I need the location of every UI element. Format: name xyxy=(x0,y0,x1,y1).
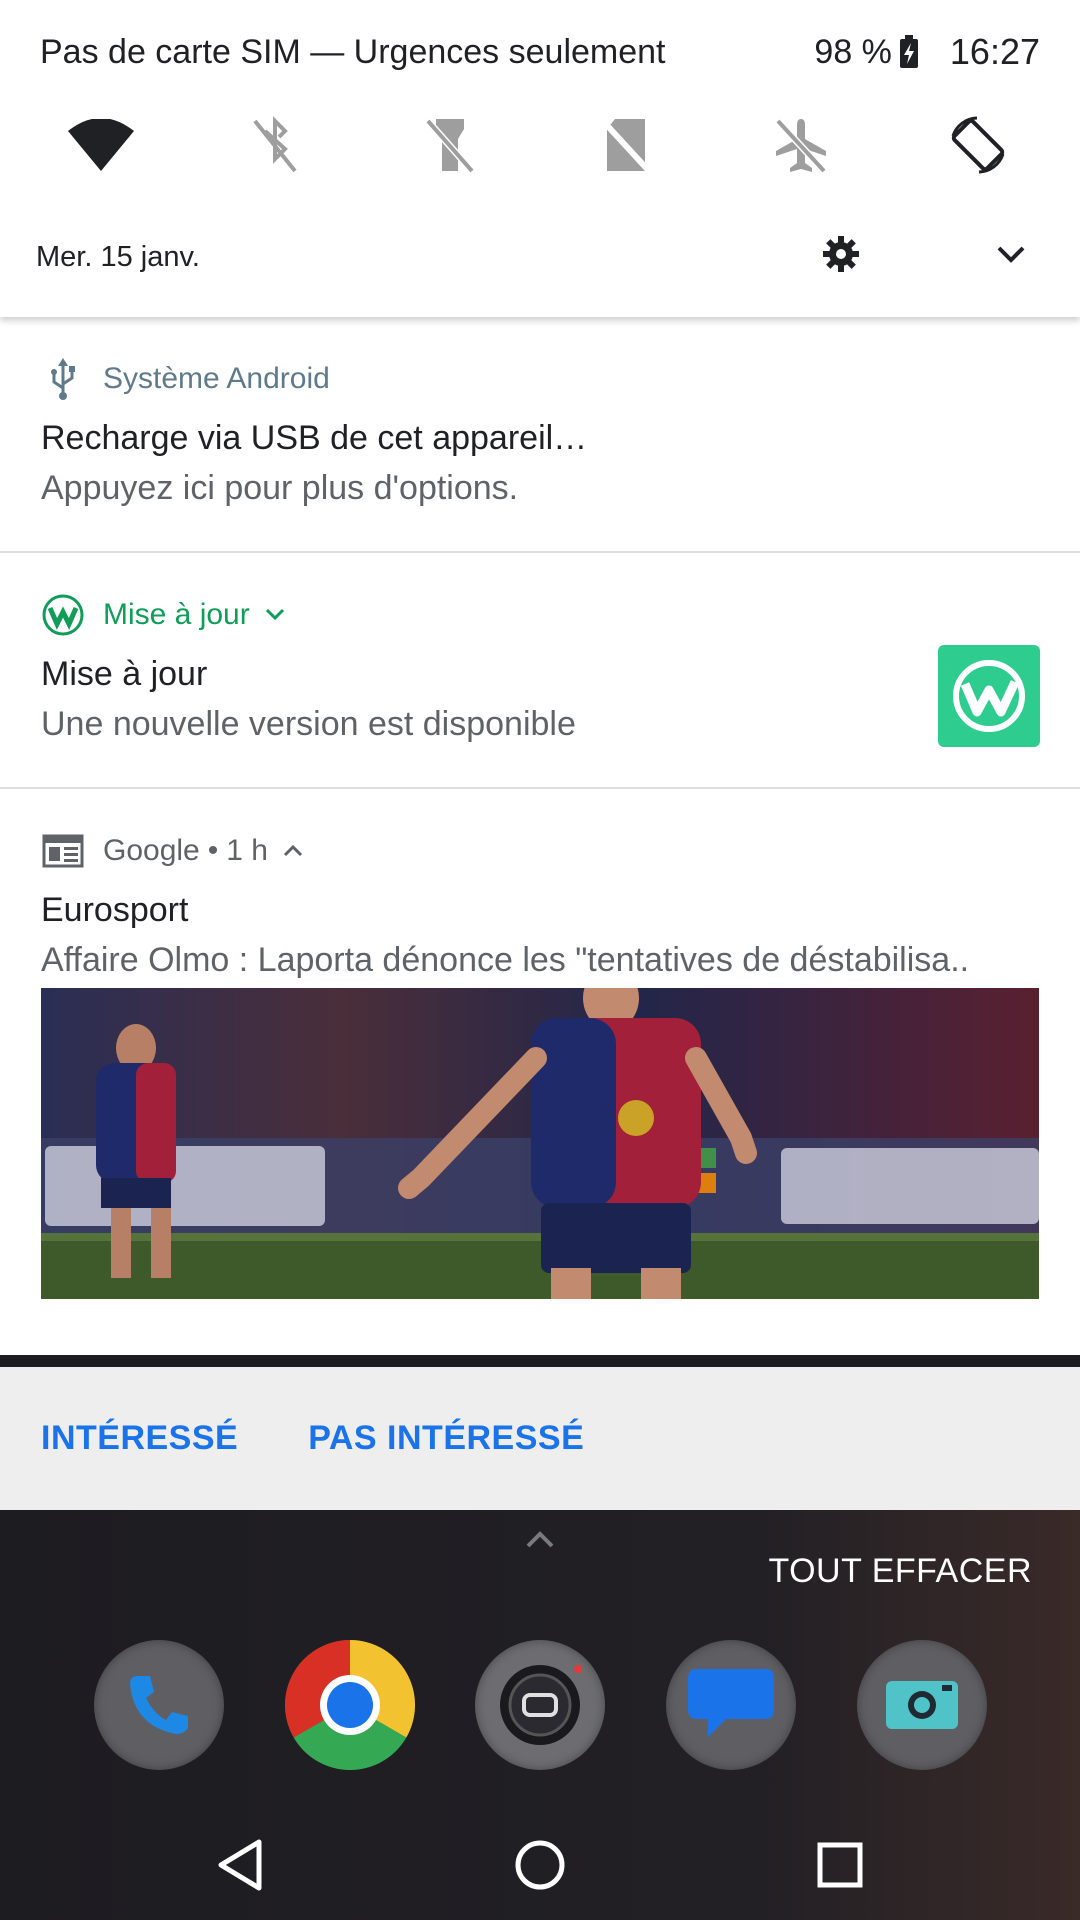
notification-app-name: Google xyxy=(103,834,200,867)
airplane-mode-off-icon xyxy=(775,118,827,174)
battery-percent: 98 % xyxy=(814,32,892,71)
chevron-down-icon[interactable] xyxy=(264,607,286,623)
recents-button[interactable] xyxy=(805,1830,875,1900)
notification-list: Système Android Recharge via USB de cet … xyxy=(0,317,1080,1355)
google-news-notification[interactable]: Google • 1 h Eurosport Affaire Olmo : La… xyxy=(0,789,1080,1355)
auto-rotate-tile[interactable] xyxy=(938,105,1018,185)
notification-text: Une nouvelle version est disponible xyxy=(41,705,576,743)
home-button[interactable] xyxy=(505,1830,575,1900)
usb-notification[interactable]: Système Android Recharge via USB de cet … xyxy=(0,317,1080,553)
chrome-app-icon xyxy=(285,1640,415,1770)
clock: 16:27 xyxy=(949,31,1040,72)
notification-title: Mise à jour xyxy=(41,655,208,693)
wifi-icon xyxy=(68,119,134,171)
back-icon xyxy=(218,1839,262,1891)
chrome-app[interactable] xyxy=(285,1640,415,1770)
recents-icon xyxy=(817,1842,863,1888)
mobile-data-off-icon xyxy=(601,118,651,173)
separator-dot: • xyxy=(207,834,219,867)
chevron-up-icon[interactable] xyxy=(282,843,304,859)
camera-app[interactable] xyxy=(857,1640,987,1770)
chevron-down-icon xyxy=(997,246,1025,263)
notification-age: 1 h xyxy=(226,834,268,867)
camera-lens-app-icon xyxy=(500,1665,582,1745)
battery-charging-icon xyxy=(899,35,918,68)
news-app-icon xyxy=(41,829,85,873)
expand-button[interactable] xyxy=(986,229,1036,279)
update-notification[interactable]: Mise à jour Mise à jour Une nouvelle ver… xyxy=(0,553,1080,789)
date-text: Mer. 15 janv. xyxy=(36,241,200,273)
update-app-icon xyxy=(41,593,85,637)
phone-app-icon xyxy=(130,1676,188,1734)
gear-icon xyxy=(823,236,859,272)
usb-icon xyxy=(41,357,85,401)
airplane-mode-tile[interactable] xyxy=(761,105,841,185)
bluetooth-off-icon xyxy=(253,116,297,173)
clear-all-button[interactable]: TOUT EFFACER xyxy=(768,1552,1032,1591)
flashlight-off-icon xyxy=(425,118,475,174)
messages-app-icon xyxy=(688,1669,774,1737)
notification-app-name: Système Android xyxy=(103,362,330,395)
auto-rotate-icon xyxy=(951,116,1005,174)
camera-lens-app[interactable] xyxy=(475,1640,605,1770)
notification-app-name: Mise à jour xyxy=(103,598,250,631)
flashlight-tile[interactable] xyxy=(410,105,490,185)
back-button[interactable] xyxy=(205,1830,275,1900)
notification-header: Système Android xyxy=(41,357,330,401)
news-photo xyxy=(41,988,1039,1299)
phone-app[interactable] xyxy=(94,1640,224,1770)
home-icon xyxy=(515,1840,565,1890)
quick-settings-tiles xyxy=(0,105,1080,185)
wifi-tile[interactable] xyxy=(61,105,141,185)
notification-title: Recharge via USB de cet appareil… xyxy=(41,419,588,457)
mobile-data-tile[interactable] xyxy=(586,105,666,185)
quick-settings-shade: Pas de carte SIM — Urgences seulement 98… xyxy=(0,0,1080,317)
status-bar: Pas de carte SIM — Urgences seulement 98… xyxy=(40,30,1040,74)
battery-indicator: 98 % xyxy=(814,33,920,72)
not-interested-button[interactable]: PAS INTÉRESSÉ xyxy=(308,1419,584,1458)
dock xyxy=(0,1640,1080,1772)
settings-button[interactable] xyxy=(816,229,866,279)
notification-title: Eurosport xyxy=(41,891,189,929)
camera-app-icon xyxy=(886,1681,958,1729)
messages-app[interactable] xyxy=(666,1640,796,1770)
notification-header: Mise à jour xyxy=(41,593,286,637)
notification-text: Appuyez ici pour plus d'options. xyxy=(41,469,519,507)
home-screen: TOUT EFFACER xyxy=(0,1510,1080,1920)
notification-actions: INTÉRESSÉ PAS INTÉRESSÉ xyxy=(0,1367,1080,1510)
chevron-up-icon[interactable] xyxy=(520,1524,560,1554)
carrier-text: Pas de carte SIM — Urgences seulement xyxy=(40,32,666,71)
notification-header: Google • 1 h xyxy=(41,829,304,873)
navigation-bar xyxy=(0,1830,1080,1900)
bluetooth-tile[interactable] xyxy=(235,105,315,185)
interested-button[interactable]: INTÉRESSÉ xyxy=(41,1419,238,1458)
date-bar: Mer. 15 janv. xyxy=(36,225,1044,285)
notification-text: Affaire Olmo : Laporta dénonce les "tent… xyxy=(41,941,970,979)
update-thumbnail xyxy=(938,645,1040,747)
